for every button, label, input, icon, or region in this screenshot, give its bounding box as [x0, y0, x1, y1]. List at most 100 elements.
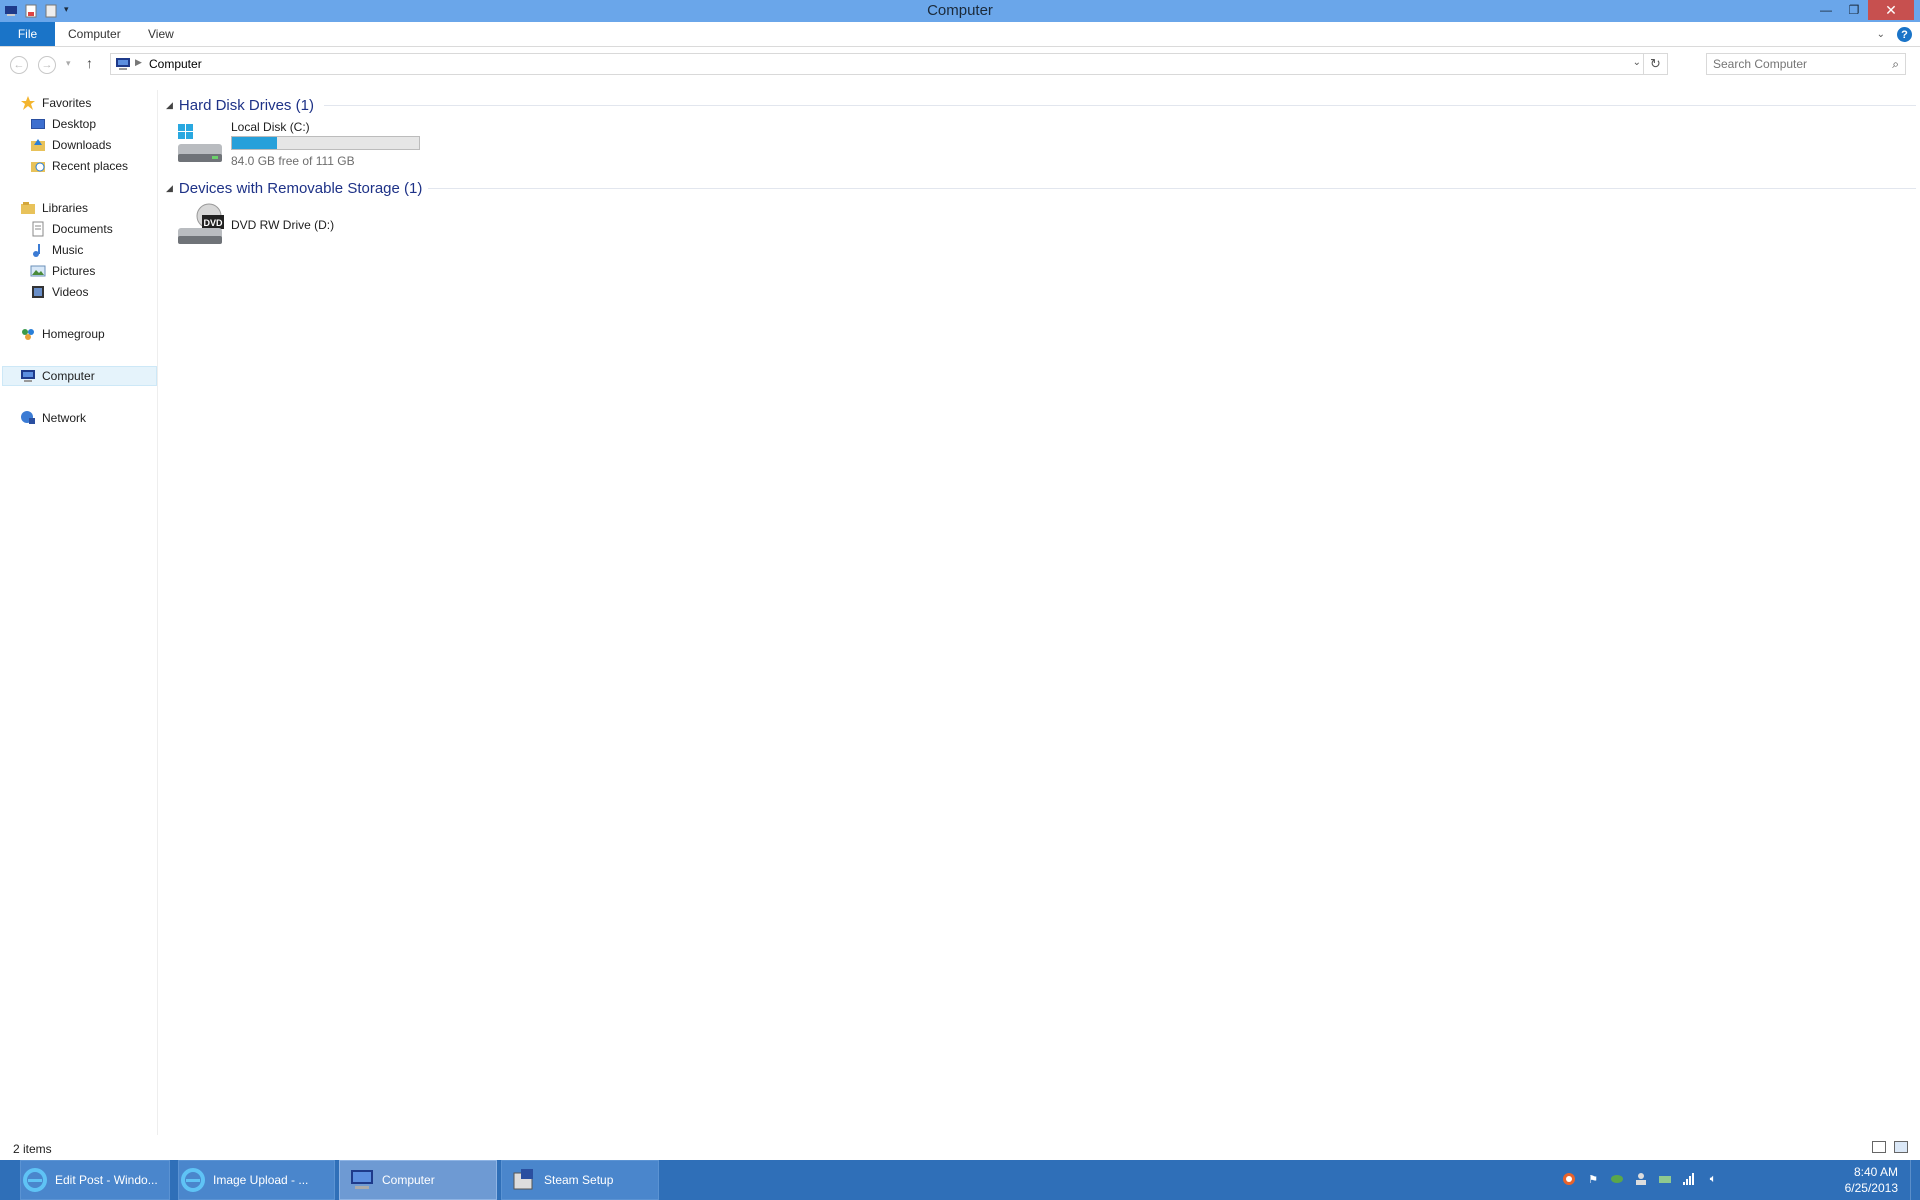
- star-icon: [20, 95, 36, 111]
- address-dropdown-icon[interactable]: ⌄: [1633, 57, 1641, 68]
- volume-icon[interactable]: 🔈︎: [1706, 1172, 1720, 1186]
- nav-item-label: Videos: [52, 285, 89, 299]
- back-button[interactable]: ←: [10, 56, 28, 74]
- taskbar-item-label: Edit Post - Windo...: [55, 1173, 158, 1187]
- desktop-icon: [30, 116, 46, 132]
- antivirus-icon[interactable]: [1562, 1172, 1576, 1186]
- nav-computer[interactable]: Computer: [2, 366, 157, 386]
- item-count: 2 items: [13, 1142, 52, 1156]
- taskbar-item-image-upload[interactable]: Image Upload - ...: [178, 1160, 335, 1200]
- details-view-icon[interactable]: [1872, 1141, 1886, 1153]
- taskbar-item-label: Image Upload - ...: [213, 1173, 309, 1187]
- drive-name: DVD RW Drive (D:): [231, 218, 335, 232]
- capacity-bar: [231, 136, 420, 150]
- content-pane: ◢ Hard Disk Drives (1) Local Disk (C:) 8…: [160, 90, 1920, 1135]
- taskbar-item-edit-post[interactable]: Edit Post - Windo...: [20, 1160, 170, 1200]
- group-divider: [324, 105, 1916, 106]
- pictures-icon: [30, 263, 46, 279]
- help-icon[interactable]: ?: [1897, 27, 1912, 42]
- nav-homegroup[interactable]: Homegroup: [20, 324, 105, 344]
- minimize-button[interactable]: —: [1812, 0, 1840, 20]
- group-header-removable-storage[interactable]: ◢ Devices with Removable Storage (1): [166, 177, 1916, 199]
- forward-button[interactable]: →: [38, 56, 56, 74]
- user-icon[interactable]: [1634, 1172, 1648, 1186]
- title-bar: ▾ Computer — ❐ ✕: [0, 0, 1920, 22]
- dvd-drive-icon: DVD: [176, 202, 224, 253]
- network-icon: [20, 410, 36, 426]
- taskbar-item-computer[interactable]: Computer: [339, 1160, 497, 1200]
- internet-explorer-icon: [179, 1166, 207, 1194]
- nav-favorites[interactable]: Favorites: [20, 93, 91, 113]
- group-name: Devices with Removable Storage (1): [178, 179, 423, 197]
- nav-item-downloads[interactable]: Downloads: [30, 135, 111, 155]
- recent-places-icon: [30, 158, 46, 174]
- tab-view[interactable]: View: [138, 22, 184, 46]
- collapse-icon[interactable]: ◢: [166, 183, 173, 194]
- nav-favorites-label: Favorites: [42, 96, 92, 110]
- nav-libraries[interactable]: Libraries: [20, 198, 88, 218]
- nav-item-label: Pictures: [52, 264, 96, 278]
- group-name: Hard Disk Drives (1): [178, 96, 314, 114]
- windows-drive-icon: [176, 120, 224, 171]
- up-button[interactable]: ↑: [86, 55, 93, 71]
- nav-item-videos[interactable]: Videos: [30, 282, 88, 302]
- refresh-button[interactable]: ↻: [1643, 54, 1667, 74]
- breadcrumb[interactable]: Computer: [149, 57, 202, 71]
- power-icon[interactable]: [1658, 1172, 1672, 1186]
- search-icon[interactable]: ⌕: [1892, 57, 1899, 72]
- internet-explorer-icon: [21, 1166, 49, 1194]
- search-box[interactable]: ⌕: [1706, 53, 1906, 75]
- network-signal-icon[interactable]: [1682, 1172, 1696, 1186]
- nav-homegroup-label: Homegroup: [42, 327, 105, 341]
- action-center-flag-icon[interactable]: ⚑: [1586, 1172, 1600, 1186]
- videos-icon: [30, 284, 46, 300]
- nav-item-documents[interactable]: Documents: [30, 219, 113, 239]
- expand-ribbon-icon[interactable]: ⌄: [1877, 29, 1885, 40]
- group-header-hard-disk-drives[interactable]: ◢ Hard Disk Drives (1): [166, 94, 1916, 116]
- address-bar[interactable]: ▶ Computer ⌄ ↻: [110, 53, 1668, 75]
- breadcrumb-separator-icon[interactable]: ▶: [135, 57, 142, 68]
- search-input[interactable]: [1707, 54, 1877, 74]
- taskbar: Edit Post - Windo... Image Upload - ... …: [0, 1160, 1920, 1200]
- downloads-icon: [30, 137, 46, 153]
- window-controls: — ❐ ✕: [1812, 0, 1914, 20]
- nav-item-label: Music: [52, 243, 84, 257]
- nav-item-desktop[interactable]: Desktop: [30, 114, 96, 134]
- drive-local-disk-c[interactable]: Local Disk (C:) 84.0 GB free of 111 GB: [176, 118, 436, 174]
- taskbar-item-label: Computer: [382, 1173, 435, 1187]
- status-bar: 2 items: [0, 1138, 1920, 1159]
- large-icons-view-icon[interactable]: [1894, 1141, 1908, 1153]
- taskbar-item-steam-setup[interactable]: Steam Setup: [501, 1160, 659, 1200]
- nav-item-label: Downloads: [52, 138, 112, 152]
- svg-text:DVD: DVD: [203, 218, 223, 228]
- group-divider: [428, 188, 1916, 189]
- tab-computer[interactable]: Computer: [58, 22, 131, 46]
- nav-item-music[interactable]: Music: [30, 240, 83, 260]
- system-tray: ⚑ 🔈︎: [1562, 1172, 1720, 1186]
- clock-time: 8:40 AM: [1853, 1165, 1898, 1179]
- nav-item-pictures[interactable]: Pictures: [30, 261, 95, 281]
- music-icon: [30, 242, 46, 258]
- nav-item-label: Desktop: [52, 117, 97, 131]
- restore-button[interactable]: ❐: [1840, 0, 1868, 20]
- collapse-icon[interactable]: ◢: [166, 100, 173, 111]
- navigation-bar: ← → ▾ ↑ ▶ Computer ⌄ ↻ ⌕: [0, 48, 1920, 81]
- clock[interactable]: 8:40 AM 6/25/2013: [1845, 1164, 1898, 1196]
- recent-locations-dropdown[interactable]: ▾: [66, 58, 71, 69]
- documents-icon: [30, 221, 46, 237]
- drive-dvd-rw-d[interactable]: DVD DVD RW Drive (D:): [176, 202, 376, 252]
- nav-network[interactable]: Network: [20, 408, 86, 428]
- computer-icon: [348, 1166, 376, 1194]
- ribbon-tabs: File Computer View ⌄ ?: [0, 22, 1920, 47]
- nav-network-label: Network: [42, 411, 87, 425]
- close-button[interactable]: ✕: [1868, 0, 1914, 20]
- nvidia-icon[interactable]: [1610, 1172, 1624, 1186]
- show-desktop-button[interactable]: [1910, 1160, 1920, 1200]
- installer-icon: [510, 1166, 538, 1194]
- homegroup-icon: [20, 326, 36, 342]
- capacity-fill: [232, 137, 278, 149]
- drive-name: Local Disk (C:): [231, 120, 310, 134]
- tab-file[interactable]: File: [0, 22, 55, 46]
- computer-icon: [20, 368, 36, 384]
- nav-item-recent-places[interactable]: Recent places: [30, 156, 128, 176]
